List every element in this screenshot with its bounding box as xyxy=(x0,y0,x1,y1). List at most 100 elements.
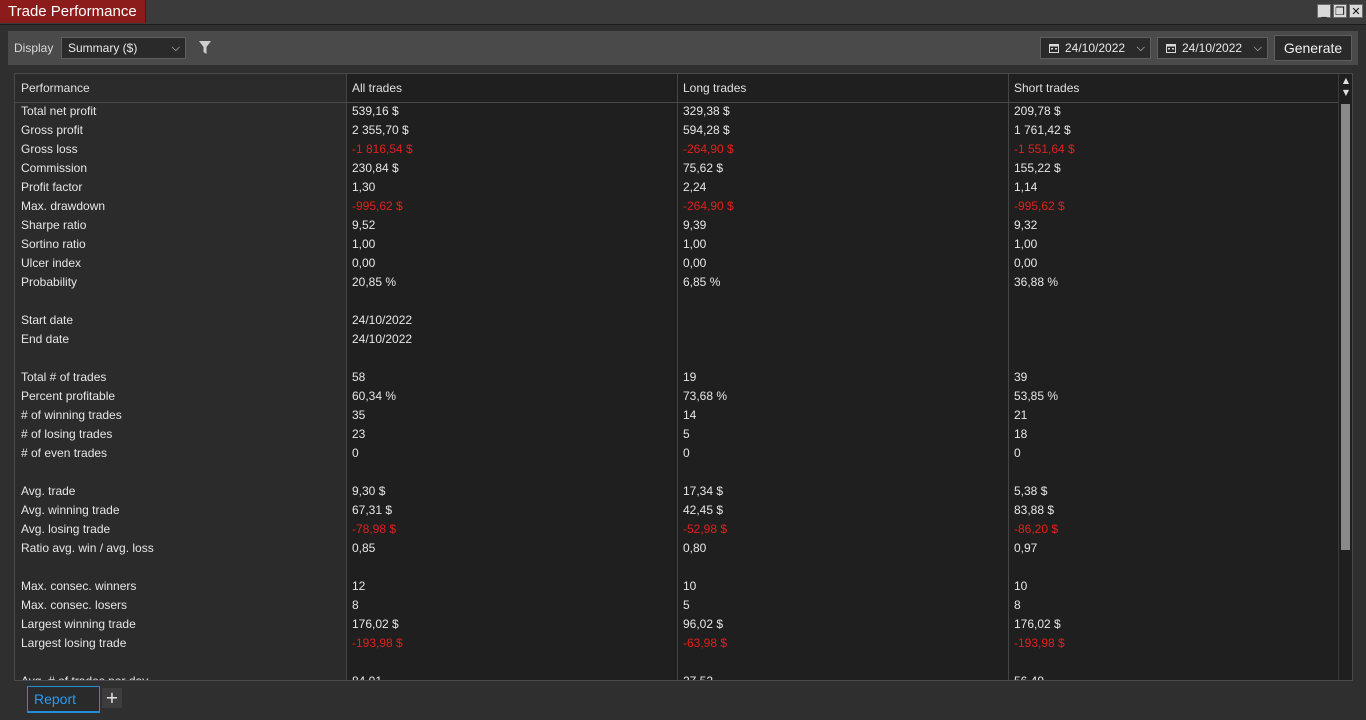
add-tab-button[interactable]: + xyxy=(102,688,122,708)
chevron-down-icon: ⌵ xyxy=(1253,41,1262,54)
cell-all-trades: 84,01 xyxy=(352,674,383,681)
cell-long-trades: 19 xyxy=(683,370,697,384)
cell-short-trades: -193,98 $ xyxy=(1014,636,1065,650)
table-row[interactable]: Gross loss -1 816,54 $ -264,90 $ -1 551,64 … xyxy=(15,140,1338,159)
table-row[interactable]: Sortino ratio 1,00 1,00 1,00 xyxy=(15,235,1338,254)
generate-button[interactable]: Generate xyxy=(1274,35,1352,61)
table-row[interactable]: Probability 20,85 % 6,85 % 36,88 % xyxy=(15,273,1338,292)
table-row[interactable]: Avg. trade 9,30 $ 17,34 $ 5,38 $ xyxy=(15,482,1338,501)
table-row[interactable]: Total # of trades 58 19 39 xyxy=(15,368,1338,387)
cell-all-trades: 9,30 $ xyxy=(352,484,386,498)
table-row[interactable] xyxy=(15,653,1338,672)
table-row[interactable]: Percent profitable 60,34 % 73,68 % 53,85 % xyxy=(15,387,1338,406)
cell-all-trades: 230,84 $ xyxy=(352,161,399,175)
table-row[interactable]: Ratio avg. win / avg. loss 0,85 0,80 0,97 xyxy=(15,539,1338,558)
cell-long-trades: -264,90 $ xyxy=(683,142,734,156)
table-row[interactable] xyxy=(15,292,1338,311)
cell-all-trades: 20,85 % xyxy=(352,275,397,289)
date-from-picker[interactable]: 24/10/2022 ⌵ xyxy=(1040,37,1151,59)
tab-report[interactable]: Report xyxy=(27,686,100,713)
cell-all-trades: -1 816,54 $ xyxy=(352,142,413,156)
table-row[interactable]: Avg. # of trades per day 84,01 27,52 56,49 xyxy=(15,672,1338,681)
table-row[interactable]: Gross profit 2 355,70 $ 594,28 $ 1 761,42 $ xyxy=(15,121,1338,140)
row-label: Ratio avg. win / avg. loss xyxy=(21,541,154,555)
cell-short-trades: 0 xyxy=(1014,446,1021,460)
minimize-button[interactable]: _ xyxy=(1317,4,1331,18)
row-label: Sharpe ratio xyxy=(21,218,87,232)
cell-all-trades xyxy=(346,292,677,311)
table-row[interactable]: # of even trades 0 0 0 xyxy=(15,444,1338,463)
table-row[interactable]: Avg. winning trade 67,31 $ 42,45 $ 83,88 $ xyxy=(15,501,1338,520)
cell-long-trades: 73,68 % xyxy=(683,389,728,403)
row-label: Total net profit xyxy=(21,104,97,118)
filter-icon[interactable] xyxy=(198,40,212,56)
scroll-down-icon[interactable]: ▼ xyxy=(1340,88,1352,98)
cell-long-trades: 42,45 $ xyxy=(683,503,724,517)
table-row[interactable]: Profit factor 1,30 2,24 1,14 xyxy=(15,178,1338,197)
cell-all-trades: -995,62 $ xyxy=(352,199,403,213)
cell-short-trades: 8 xyxy=(1014,598,1021,612)
row-label: Max. drawdown xyxy=(21,199,106,213)
row-label xyxy=(15,558,346,577)
cell-short-trades: 0,00 xyxy=(1014,256,1038,270)
date-to-picker[interactable]: 24/10/2022 ⌵ xyxy=(1157,37,1268,59)
table-row[interactable] xyxy=(15,558,1338,577)
cell-short-trades: -1 551,64 $ xyxy=(1014,142,1075,156)
cell-long-trades: 9,39 xyxy=(683,218,707,232)
scroll-up-icon[interactable]: ▲ xyxy=(1340,76,1352,86)
cell-short-trades xyxy=(1008,463,1338,482)
row-label: Probability xyxy=(21,275,78,289)
table-row[interactable] xyxy=(15,463,1338,482)
row-label: Commission xyxy=(21,161,88,175)
cell-all-trades: 1,30 xyxy=(352,180,376,194)
cell-long-trades: -52,98 $ xyxy=(683,522,728,536)
cell-short-trades: 155,22 $ xyxy=(1014,161,1061,175)
header-performance[interactable]: Performance xyxy=(15,74,346,102)
table-row[interactable]: Max. consec. winners 12 10 10 xyxy=(15,577,1338,596)
cell-long-trades: 17,34 $ xyxy=(683,484,724,498)
vertical-scrollbar[interactable]: ▲ ▼ xyxy=(1338,74,1352,680)
table-row[interactable]: Sharpe ratio 9,52 9,39 9,32 xyxy=(15,216,1338,235)
row-label: Max. consec. losers xyxy=(21,598,128,612)
table-row[interactable]: Max. consec. losers 8 5 8 xyxy=(15,596,1338,615)
table-row[interactable]: Total net profit 539,16 $ 329,38 $ 209,78 $ xyxy=(15,102,1338,121)
table-row[interactable]: # of losing trades 23 5 18 xyxy=(15,425,1338,444)
table-row[interactable]: Avg. losing trade -78,98 $ -52,98 $ -86,20 … xyxy=(15,520,1338,539)
table-row[interactable] xyxy=(15,349,1338,368)
cell-all-trades xyxy=(346,463,677,482)
grid-rows: Total net profit 539,16 $ 329,38 $ 209,78 $… xyxy=(15,102,1338,681)
cell-all-trades: 23 xyxy=(352,427,366,441)
cell-short-trades: 1,14 xyxy=(1014,180,1038,194)
cell-all-trades: 0,00 xyxy=(352,256,376,270)
table-row[interactable]: Ulcer index 0,00 0,00 0,00 xyxy=(15,254,1338,273)
cell-short-trades xyxy=(1008,311,1338,330)
close-button[interactable]: ✕ xyxy=(1349,4,1363,18)
table-row[interactable]: Commission 230,84 $ 75,62 $ 155,22 $ xyxy=(15,159,1338,178)
table-row[interactable]: Largest winning trade 176,02 $ 96,02 $ 176,… xyxy=(15,615,1338,634)
header-all-trades[interactable]: All trades xyxy=(346,74,677,102)
cell-all-trades: 67,31 $ xyxy=(352,503,393,517)
cell-long-trades: 75,62 $ xyxy=(683,161,724,175)
table-row[interactable]: End date 24/10/2022 xyxy=(15,330,1338,349)
cell-short-trades: -86,20 $ xyxy=(1014,522,1059,536)
window-title: Trade Performance xyxy=(0,0,146,23)
cell-all-trades: 35 xyxy=(352,408,366,422)
header-long-trades[interactable]: Long trades xyxy=(677,74,1008,102)
cell-short-trades: 56,49 xyxy=(1014,674,1045,681)
row-label: Ulcer index xyxy=(21,256,82,270)
row-label: # of losing trades xyxy=(21,427,113,441)
row-label: Avg. # of trades per day xyxy=(21,674,149,681)
header-short-trades[interactable]: Short trades xyxy=(1008,74,1338,102)
cell-short-trades: 9,32 xyxy=(1014,218,1038,232)
row-label: Percent profitable xyxy=(21,389,116,403)
display-select[interactable]: Summary ($) ⌵ xyxy=(61,37,186,59)
scroll-thumb[interactable] xyxy=(1341,104,1350,550)
table-row[interactable]: Start date 24/10/2022 xyxy=(15,311,1338,330)
table-row[interactable]: Largest losing trade -193,98 $ -63,98 $ -19… xyxy=(15,634,1338,653)
restore-button[interactable]: ❐ xyxy=(1333,4,1347,18)
table-row[interactable]: Max. drawdown -995,62 $ -264,90 $ -995,62 $ xyxy=(15,197,1338,216)
cell-long-trades: 0 xyxy=(683,446,690,460)
row-label: Total # of trades xyxy=(21,370,107,384)
table-row[interactable]: # of winning trades 35 14 21 xyxy=(15,406,1338,425)
cell-long-trades: -264,90 $ xyxy=(683,199,734,213)
